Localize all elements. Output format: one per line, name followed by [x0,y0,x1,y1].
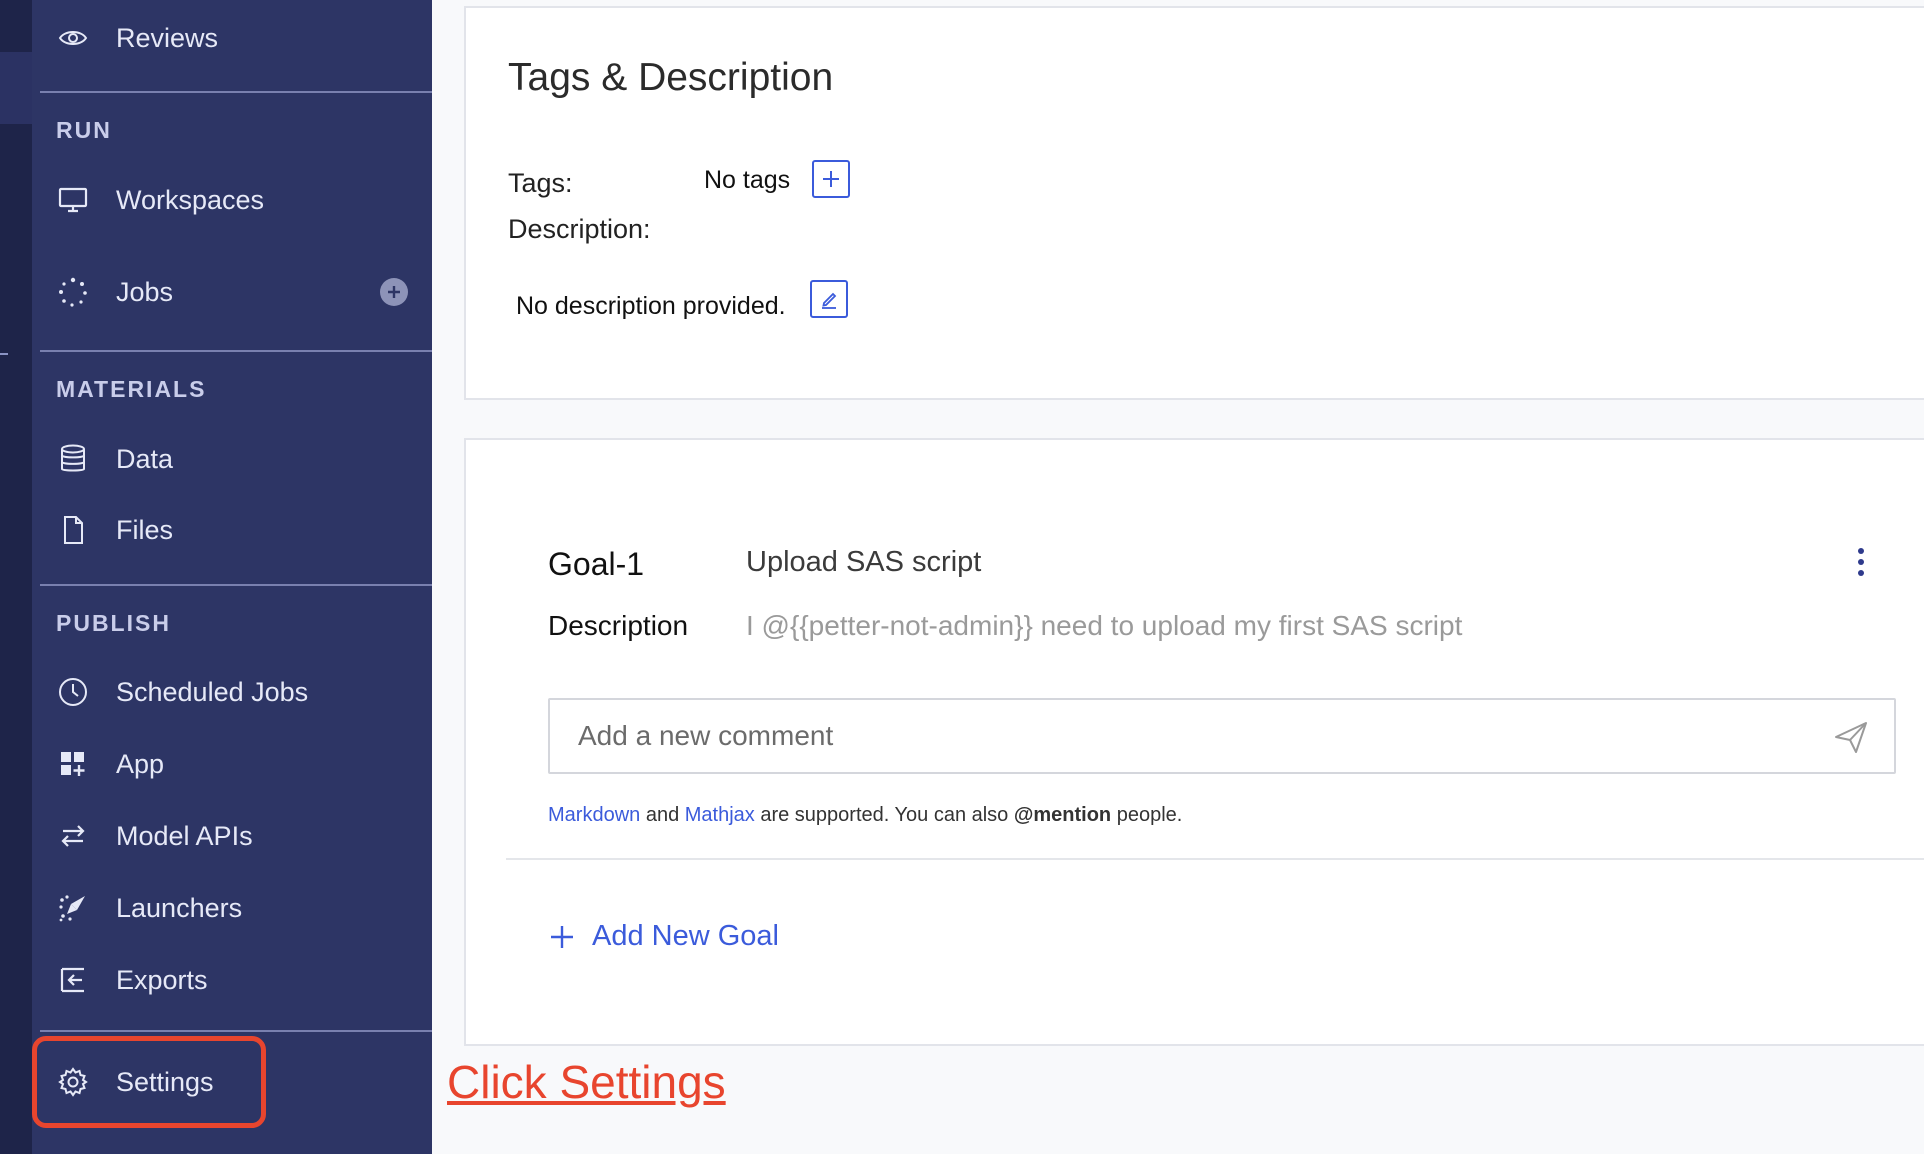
clock-icon [56,675,90,709]
sidebar-item-label: Model APIs [116,820,253,851]
description-label: Description: [508,214,651,244]
left-rail-tick [0,353,8,355]
goal-description-label: Description [548,610,689,641]
left-rail-highlight [0,52,32,124]
sidebar-item-label: Jobs [116,276,174,307]
add-tag-button[interactable] [812,160,850,198]
sidebar: Reviews RUN Workspaces Jobs MATERIALS Da… [32,0,432,1154]
goal-title: Upload SAS script [746,546,982,578]
instruction-annotation: Click Settings [447,1056,726,1108]
section-title-run: RUN [56,117,112,143]
goal-more-menu-icon[interactable] [1846,540,1876,584]
markdown-link[interactable]: Markdown [548,804,640,826]
section-title-publish: PUBLISH [56,610,171,636]
sidebar-divider [40,350,432,352]
sidebar-divider [40,584,432,586]
monitor-icon [56,183,90,217]
edit-description-button[interactable] [810,280,848,318]
goal-description-text: I @{{petter-not-admin}} need to upload m… [746,610,1463,641]
tags-label: Tags: [508,168,573,198]
sidebar-item-app[interactable]: App [56,742,416,786]
description-value: No description provided. [516,292,786,320]
add-new-goal-label: Add New Goal [592,920,779,952]
sidebar-item-label: Scheduled Jobs [116,676,309,707]
sidebar-item-model-apis[interactable]: Model APIs [56,814,416,858]
sidebar-item-jobs[interactable]: Jobs [56,270,416,314]
sidebar-item-workspaces[interactable]: Workspaces [56,178,416,222]
section-title-materials: MATERIALS [56,376,207,402]
sidebar-divider [40,91,432,93]
helper-middle: are supported. You can also [754,804,1014,826]
sidebar-item-exports[interactable]: Exports [56,958,416,1002]
eye-icon [56,21,90,55]
sidebar-item-label: Launchers [116,892,243,923]
goal-divider [506,858,1924,860]
sidebar-item-label: Exports [116,964,208,995]
sidebar-item-data[interactable]: Data [56,437,416,481]
add-new-goal-button[interactable]: Add New Goal [548,920,779,953]
goal-card: Goal-1 Upload SAS script Description I @… [464,438,1924,1046]
database-icon [56,442,90,476]
file-icon [56,513,90,547]
sidebar-item-label: Files [116,514,174,545]
sidebar-item-reviews[interactable]: Reviews [56,16,416,60]
sidebar-divider [40,1030,432,1032]
helper-end: people. [1111,804,1183,826]
mathjax-link[interactable]: Mathjax [685,804,755,826]
comment-input[interactable] [550,700,1810,772]
goal-name: Goal-1 [548,546,645,582]
add-job-button[interactable] [380,278,408,306]
card-title: Tags & Description [508,56,834,99]
left-rail [0,0,32,1154]
rocket-icon [56,891,90,925]
sidebar-item-label: Reviews [116,22,219,53]
sidebar-item-launchers[interactable]: Launchers [56,886,416,930]
send-icon[interactable] [1832,718,1870,756]
sidebar-item-label: Workspaces [116,184,265,215]
tags-description-card: Tags & Description Tags: No tags Descrip… [464,6,1924,400]
tags-value: No tags [704,166,791,194]
app-grid-icon [56,747,90,781]
sidebar-item-label: App [116,748,165,779]
spinner-icon [56,275,90,309]
export-icon [56,963,90,997]
comment-box [548,698,1896,774]
sidebar-item-scheduled-jobs[interactable]: Scheduled Jobs [56,670,416,714]
sidebar-item-files[interactable]: Files [56,508,416,552]
helper-mention: @mention [1013,804,1112,826]
arrows-icon [56,819,90,853]
helper-and: and [640,804,685,826]
plus-icon [551,925,573,948]
settings-highlight-box [32,1036,266,1128]
comment-helper-text: Markdown and Mathjax are supported. You … [548,804,1182,827]
sidebar-item-label: Data [116,443,174,474]
